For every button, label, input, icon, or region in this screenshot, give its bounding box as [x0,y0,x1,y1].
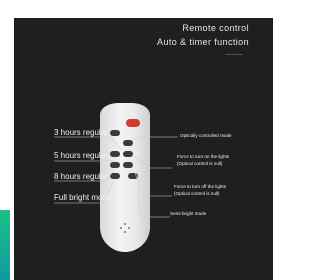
label-force-on-note: (Optical control is null) [177,161,223,166]
label-optical-mode: Optically controlled mode [180,133,232,138]
label-3-hours: 3 hours regular [54,128,108,137]
label-full-bright: Full bright mode [54,193,112,202]
label-force-off-note: (Optical control is null) [174,191,220,196]
label-force-on: Force to turn on the lights [177,154,230,159]
label-force-off: Force to turn off the lights [174,184,227,189]
label-8-hours: 8 hours regular [54,172,108,181]
label-5-hours: 5 hours regular [54,151,108,160]
leader-lines [54,136,178,218]
label-semi-bright: Semi-bright mode [170,211,207,216]
